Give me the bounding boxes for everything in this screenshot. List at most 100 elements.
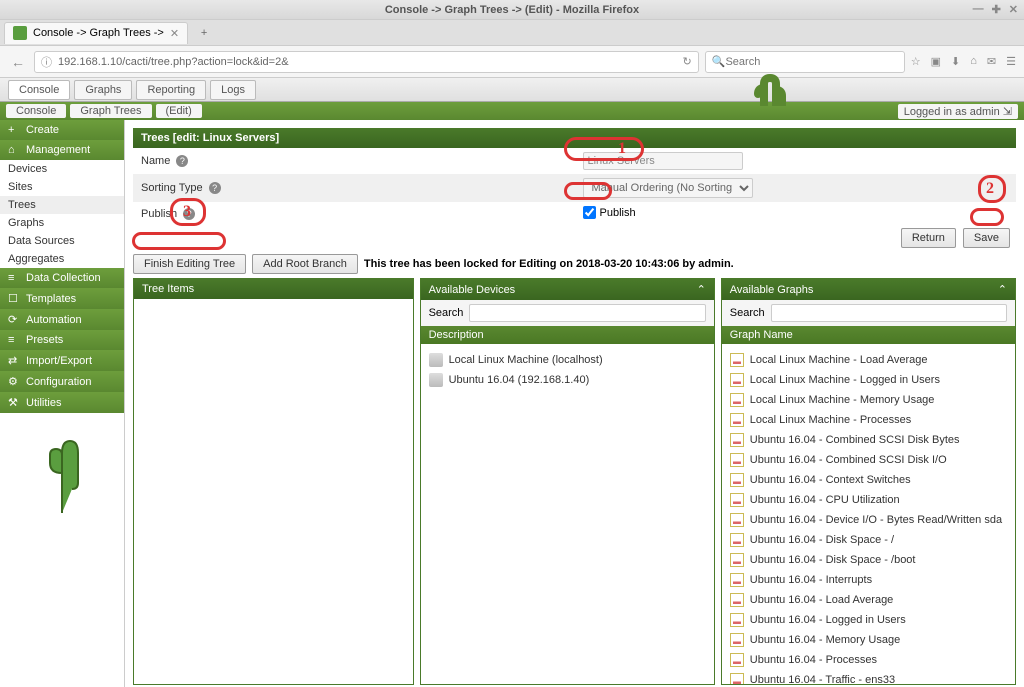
devices-subheader: Description [421, 326, 714, 344]
browser-tab[interactable]: Console -> Graph Trees -> ✕ [4, 22, 188, 44]
publish-checkbox-wrap[interactable]: Publish [583, 206, 636, 219]
graph-item[interactable]: Local Linux Machine - Load Average [730, 350, 1007, 370]
action-bar: Finish Editing Tree Add Root Branch This… [133, 250, 1016, 278]
help-icon[interactable]: ? [176, 155, 188, 167]
section-icon: + [8, 124, 20, 136]
graph-item[interactable]: Ubuntu 16.04 - Processes [730, 650, 1007, 670]
tab-logs[interactable]: Logs [210, 80, 256, 100]
graph-item[interactable]: Ubuntu 16.04 - Load Average [730, 590, 1007, 610]
breadcrumb-graphtrees[interactable]: Graph Trees [70, 104, 151, 118]
graph-item[interactable]: Local Linux Machine - Processes [730, 410, 1007, 430]
graph-item[interactable]: Ubuntu 16.04 - Context Switches [730, 470, 1007, 490]
graph-item[interactable]: Ubuntu 16.04 - CPU Utilization [730, 490, 1007, 510]
graph-label: Ubuntu 16.04 - Disk Space - / [750, 534, 894, 546]
sidebar-item-trees[interactable]: Trees [0, 196, 124, 214]
breadcrumb-bar: Console Graph Trees (Edit) Logged in as … [0, 102, 1024, 120]
sidebar-section-management[interactable]: ⌂Management [0, 140, 124, 160]
return-button[interactable]: Return [901, 228, 956, 248]
graph-label: Ubuntu 16.04 - Combined SCSI Disk I/O [750, 454, 947, 466]
breadcrumb-edit[interactable]: (Edit) [156, 104, 202, 118]
add-root-branch-button[interactable]: Add Root Branch [252, 254, 358, 274]
collapse-icon[interactable]: ⌃ [998, 283, 1007, 296]
sidebar: + Create ⌂ManagementDevicesSitesTreesGraph… [0, 120, 125, 687]
sorting-select[interactable]: Manual Ordering (No Sorting) [583, 178, 753, 198]
sidebar-section-automation[interactable]: ⟳Automation [0, 309, 124, 330]
sidebar-section-templates[interactable]: ☐Templates [0, 288, 124, 309]
downloads-icon[interactable]: ⬇ [951, 55, 960, 68]
graph-item[interactable]: Ubuntu 16.04 - Interrupts [730, 570, 1007, 590]
home-icon[interactable]: ⌂ [970, 55, 977, 68]
graph-item[interactable]: Ubuntu 16.04 - Device I/O - Bytes Read/W… [730, 510, 1007, 530]
window-close-icon[interactable]: ✕ [1009, 3, 1018, 16]
publish-checkbox[interactable] [583, 206, 596, 219]
sidebar-section-data-collection[interactable]: ≡Data Collection [0, 268, 124, 288]
sidebar-section-configuration[interactable]: ⚙Configuration [0, 371, 124, 392]
graph-item[interactable]: Ubuntu 16.04 - Disk Space - /boot [730, 550, 1007, 570]
sidebar-item-aggregates[interactable]: Aggregates [0, 250, 124, 268]
sidebar-section-presets[interactable]: ≡Presets [0, 330, 124, 350]
sidebar-item-graphs[interactable]: Graphs [0, 214, 124, 232]
tab-console[interactable]: Console [8, 80, 70, 100]
publish-checkbox-label: Publish [600, 207, 636, 219]
graph-item[interactable]: Ubuntu 16.04 - Traffic - ens33 [730, 670, 1007, 684]
tab-graphs[interactable]: Graphs [74, 80, 132, 100]
device-label: Local Linux Machine (localhost) [449, 354, 603, 366]
new-tab-button[interactable]: + [194, 23, 214, 43]
section-icon: ⚒ [8, 396, 20, 409]
graphs-search-input[interactable] [771, 304, 1007, 322]
sidebar-section-utilities[interactable]: ⚒Utilities [0, 392, 124, 413]
sidebar-section-create[interactable]: + Create [0, 120, 124, 140]
window-titlebar: Console -> Graph Trees -> (Edit) - Mozil… [0, 0, 1024, 20]
url-input[interactable]: ⓘ 192.168.1.10/cacti/tree.php?action=loc… [34, 51, 699, 73]
window-maximize-icon[interactable]: ✚ [992, 3, 1001, 16]
name-input[interactable] [583, 152, 743, 170]
devices-search-label: Search [429, 307, 464, 319]
info-icon[interactable]: ⓘ [41, 54, 52, 70]
collapse-icon[interactable]: ⌃ [697, 283, 706, 296]
back-button[interactable]: ← [8, 52, 28, 72]
window-minimize-icon[interactable]: — [973, 3, 984, 16]
graph-label: Local Linux Machine - Logged in Users [750, 374, 940, 386]
tab-reporting[interactable]: Reporting [136, 80, 206, 100]
graph-item[interactable]: Ubuntu 16.04 - Disk Space - / [730, 530, 1007, 550]
graphs-subheader: Graph Name [722, 326, 1015, 344]
finish-editing-button[interactable]: Finish Editing Tree [133, 254, 246, 274]
tree-items-title: Tree Items [142, 283, 194, 295]
sidebar-item-sites[interactable]: Sites [0, 178, 124, 196]
library-icon[interactable]: ▣ [931, 55, 941, 68]
tree-items-body[interactable] [134, 299, 413, 679]
help-icon[interactable]: ? [183, 208, 195, 220]
graph-item[interactable]: Ubuntu 16.04 - Logged in Users [730, 610, 1007, 630]
devices-search-input[interactable] [469, 304, 705, 322]
browser-search-box[interactable]: 🔍 [705, 51, 905, 73]
graph-item[interactable]: Ubuntu 16.04 - Combined SCSI Disk Bytes [730, 430, 1007, 450]
browser-tab-bar: Console -> Graph Trees -> ✕ + [0, 20, 1024, 46]
graph-item[interactable]: Ubuntu 16.04 - Memory Usage [730, 630, 1007, 650]
graph-item[interactable]: Ubuntu 16.04 - Combined SCSI Disk I/O [730, 450, 1007, 470]
graph-icon [730, 373, 744, 387]
tab-close-icon[interactable]: ✕ [170, 27, 179, 40]
graph-label: Local Linux Machine - Processes [750, 414, 911, 426]
menu-icon[interactable]: ☰ [1006, 55, 1016, 68]
device-label: Ubuntu 16.04 (192.168.1.40) [449, 374, 590, 386]
reload-icon[interactable]: ↻ [683, 55, 692, 68]
graph-item[interactable]: Local Linux Machine - Logged in Users [730, 370, 1007, 390]
sidebar-section-label: Create [26, 124, 59, 136]
login-info[interactable]: Logged in as admin ⇲ [898, 104, 1018, 119]
breadcrumb-console[interactable]: Console [6, 104, 66, 118]
graph-icon [730, 353, 744, 367]
sidebar-item-devices[interactable]: Devices [0, 160, 124, 178]
url-text: 192.168.1.10/cacti/tree.php?action=lock&… [58, 56, 289, 68]
device-item[interactable]: Local Linux Machine (localhost) [429, 350, 706, 370]
save-button[interactable]: Save [963, 228, 1010, 248]
browser-search-input[interactable] [725, 56, 897, 68]
sidebar-section-label: Configuration [26, 376, 91, 388]
graph-item[interactable]: Local Linux Machine - Memory Usage [730, 390, 1007, 410]
sidebar-item-data-sources[interactable]: Data Sources [0, 232, 124, 250]
help-icon[interactable]: ? [209, 182, 221, 194]
sidebar-section-import-export[interactable]: ⇄Import/Export [0, 350, 124, 371]
bookmark-icon[interactable]: ☆ [911, 55, 921, 68]
device-item[interactable]: Ubuntu 16.04 (192.168.1.40) [429, 370, 706, 390]
pocket-icon[interactable]: ✉ [987, 55, 996, 68]
graph-label: Ubuntu 16.04 - Combined SCSI Disk Bytes [750, 434, 960, 446]
